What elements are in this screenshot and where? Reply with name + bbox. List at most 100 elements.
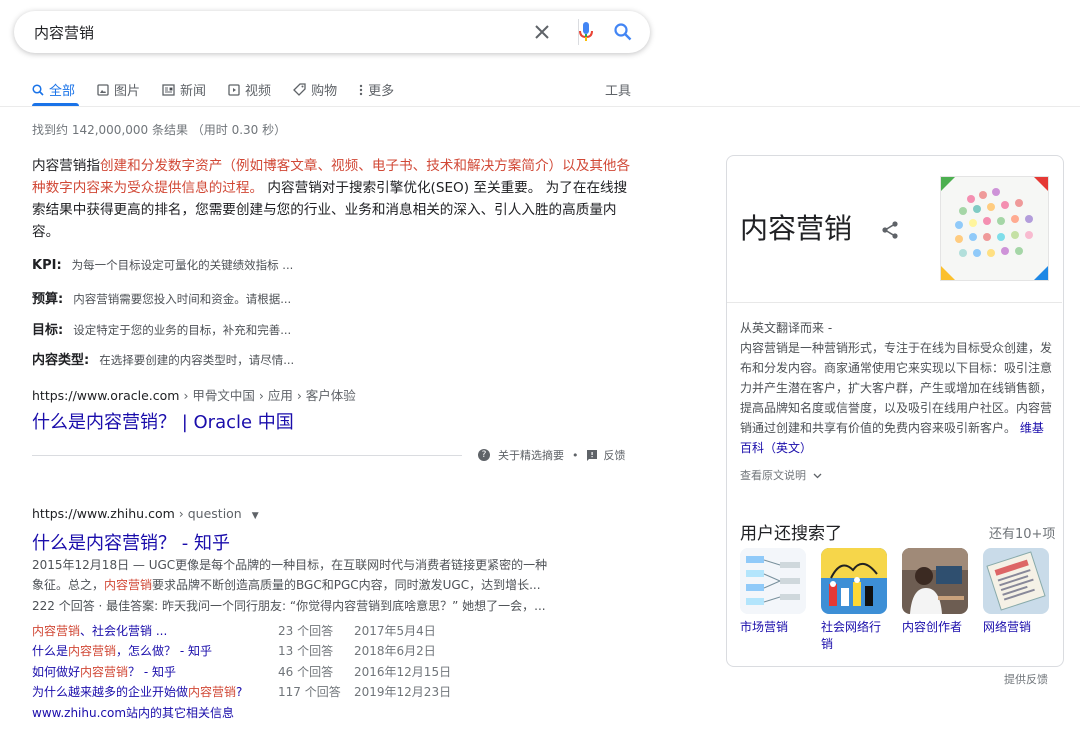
snippet-divider — [32, 455, 462, 456]
microphone-icon[interactable] — [574, 20, 598, 44]
tab-label: 更多 — [368, 84, 395, 99]
item-key: KPI: — [32, 258, 62, 273]
search-icon[interactable] — [611, 20, 635, 44]
search-input[interactable]: 内容营销 — [34, 22, 94, 43]
thumb-internet-marketing[interactable] — [983, 548, 1049, 614]
header-divider — [0, 106, 1080, 107]
result-url: https://www.zhihu.com — [32, 506, 175, 521]
search-icon — [32, 83, 44, 96]
item-key: 内容类型: — [32, 353, 90, 368]
image-icon — [97, 83, 109, 96]
sub-date: 2016年12月15日 — [354, 665, 452, 679]
item-key: 目标: — [32, 323, 64, 338]
sub-highlight: 内容营销 — [188, 685, 237, 699]
kp-description-text: 内容营销是一种营销形式，专注于在线为目标受众创建，发布和分发内容。商家通常使用它… — [740, 341, 1053, 435]
tab-videos[interactable]: 视频 — [228, 80, 271, 99]
sub-highlight: 内容营销 — [80, 665, 129, 679]
panel-feedback-link[interactable]: 提供反馈 — [1004, 671, 1048, 687]
thumb-content-creator[interactable] — [902, 548, 968, 614]
result-url: https://www.oracle.com — [32, 388, 180, 403]
sub-post: 、社会化营销 ... — [80, 624, 168, 638]
sub-answer-count: 13 个回答 — [278, 644, 334, 658]
caret-down-icon[interactable]: ▼ — [252, 511, 259, 521]
about-snippets-link[interactable]: 关于精选摘要 — [498, 447, 564, 463]
sub-pre: 为什么越来越多的企业开始做 — [32, 685, 189, 699]
sub-date: 2018年6月2日 — [354, 644, 436, 658]
result-breadcrumb: › question — [174, 506, 242, 521]
sub-result-link[interactable]: 什么是内容营销，怎么做？ - 知乎 — [32, 642, 212, 659]
kp-image[interactable] — [940, 176, 1049, 281]
item-value: 内容营销需要您投入时间和资金。请根据... — [73, 292, 292, 306]
result-desc-line: 2015年12月18日 — UGC更像是每个品牌的一种目标，在互联网时代与消费者… — [32, 558, 548, 572]
thumb-label[interactable]: 内容创作者 — [902, 619, 972, 636]
item-value: 设定特定于您的业务的目标，补充和完善... — [73, 323, 292, 337]
sub-result-link[interactable]: 如何做好内容营销？ - 知乎 — [32, 663, 176, 680]
sub-highlight: 内容营销 — [32, 624, 81, 638]
sub-pre: 如何做好 — [32, 665, 81, 679]
result-title-link[interactable]: 什么是内容营销？ - 知乎 — [32, 529, 230, 555]
thumb-label[interactable]: 网络营销 — [983, 619, 1053, 636]
tab-label: 视频 — [245, 84, 272, 99]
feedback-flag-icon — [586, 449, 598, 461]
sub-post: ，怎么做？ - 知乎 — [116, 644, 212, 658]
tab-news[interactable]: 新闻 — [162, 80, 206, 99]
sub-answer-count: 117 个回答 — [278, 685, 341, 699]
view-original-button[interactable]: 查看原文说明 — [740, 467, 822, 483]
more-results-link[interactable]: www.zhihu.com站内的其它相关信息 — [32, 704, 234, 721]
snippet-footer: ? 关于精选摘要 • 反馈 — [478, 447, 626, 463]
share-icon[interactable] — [880, 220, 900, 245]
sub-result-link[interactable]: 为什么越来越多的企业开始做内容营销? — [32, 683, 242, 700]
more-items-link[interactable]: 还有10+项 — [989, 523, 1055, 542]
sub-answer-count: 46 个回答 — [278, 665, 334, 679]
kp-divider — [727, 302, 1062, 303]
tab-more[interactable]: 更多 — [359, 80, 394, 99]
desc-part: 象征。总之， — [32, 578, 105, 592]
result-breadcrumb: › 甲骨文中国 › 应用 › 客户体验 — [179, 388, 356, 403]
thumb-social-network-marketing[interactable] — [821, 548, 887, 614]
item-value: 在选择要创建的内容类型时，请尽情... — [99, 353, 295, 367]
sub-pre: 什么是 — [32, 644, 69, 658]
result-desc-line: 象征。总之，内容营销要求品牌不断创造高质量的BGC和PGC内容，同时激发UGC，… — [32, 575, 592, 595]
news-icon — [162, 83, 175, 96]
sub-post: ? — [236, 685, 243, 699]
result-stats: 找到约 142,000,000 条结果 （用时 0.30 秒） — [32, 123, 287, 137]
desc-part: 要求品牌不断创造高质量的BGC和PGC内容，同时激发UGC，达到增长... — [152, 578, 541, 592]
sub-date: 2019年12月23日 — [354, 685, 452, 699]
feedback-link[interactable]: 反馈 — [604, 447, 626, 463]
video-icon — [228, 83, 240, 96]
tab-shopping[interactable]: 购物 — [293, 80, 337, 99]
tools-button[interactable]: 工具 — [605, 80, 631, 99]
featured-snippet-text: 内容营销指创建和分发数字资产（例如博客文章、视频、电子书、技术和解决方案简介）以… — [32, 155, 632, 243]
view-original-label: 查看原文说明 — [740, 469, 806, 482]
snippet-lead: 内容营销指 — [32, 158, 100, 174]
thumb-marketing[interactable] — [740, 548, 806, 614]
tab-all[interactable]: 全部 — [32, 80, 75, 99]
thumb-label[interactable]: 市场营销 — [740, 619, 810, 636]
thumb-label[interactable]: 社会网络行销 — [821, 619, 891, 653]
close-icon[interactable] — [530, 20, 554, 44]
search-tabs: 全部 图片 新闻 视频 购物 更多 — [32, 80, 416, 99]
snippet-item: 目标: 设定特定于您的业务的目标，补充和完善... — [32, 319, 291, 338]
result-desc-line: 222 个回答 · 最佳答案: 昨天我问一个同行朋友: “你觉得内容营销到底啥意… — [32, 599, 546, 613]
tab-label: 全部 — [49, 84, 76, 99]
sub-highlight: 内容营销 — [68, 644, 117, 658]
tab-label: 新闻 — [180, 84, 207, 99]
snippet-item: KPI: 为每一个目标设定可量化的关键绩效指标 ... — [32, 257, 293, 273]
tag-icon — [293, 83, 306, 96]
desc-highlight: 内容营销 — [104, 578, 153, 592]
tab-images[interactable]: 图片 — [97, 80, 140, 99]
separator-dot: • — [572, 448, 579, 462]
result-cite: https://www.oracle.com › 甲骨文中国 › 应用 › 客户… — [32, 385, 356, 404]
snippet-item: 预算: 内容营销需要您投入时间和资金。请根据... — [32, 288, 291, 307]
sub-answer-count: 23 个回答 — [278, 624, 334, 638]
item-key: 预算: — [32, 292, 64, 307]
sub-result-link[interactable]: 内容营销、社会化营销 ... — [32, 622, 167, 639]
search-box[interactable]: 内容营销 — [14, 11, 650, 53]
item-value: 为每一个目标设定可量化的关键绩效指标 ... — [71, 258, 294, 272]
people-also-search-heading: 用户还搜索了 — [740, 524, 842, 544]
result-title-link[interactable]: 什么是内容营销？ | Oracle 中国 — [32, 408, 294, 434]
tab-label: 购物 — [311, 84, 338, 99]
kp-description: 从英文翻译而来 - 内容营销是一种营销形式，专注于在线为目标受众创建，发布和分发… — [740, 318, 1052, 458]
tab-label: 图片 — [114, 84, 141, 99]
sub-post: ？ - 知乎 — [128, 665, 176, 679]
